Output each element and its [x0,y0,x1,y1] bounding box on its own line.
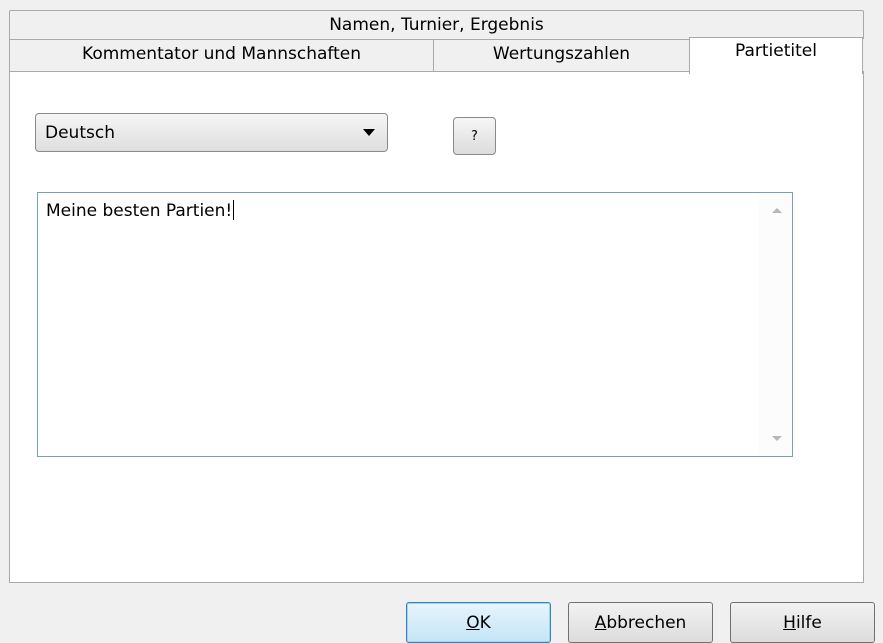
tab-label: Wertungszahlen [492,44,631,64]
game-title-dialog: Namen, Turnier, Ergebnis Kommentator und… [0,0,883,643]
scroll-down-arrow-icon[interactable] [772,436,782,441]
game-title-tab-page: Deutsch ? Meine besten Partien! [9,71,864,583]
tab-commentator-teams[interactable]: Kommentator und Mannschaften [9,39,434,72]
help-button-label: ? [471,128,478,144]
language-help-button[interactable]: ? [453,117,496,155]
cancel-button[interactable]: Abbrechen [568,602,713,643]
game-title-text: Meine besten Partien! [46,200,235,221]
help-button[interactable]: Hilfe [730,602,875,643]
tab-label: Namen, Turnier, Ergebnis [329,15,544,35]
chevron-down-icon [363,129,375,136]
tab-ratings[interactable]: Wertungszahlen [433,39,690,72]
tab-names-tournament-result[interactable]: Namen, Turnier, Ergebnis [9,10,864,39]
language-dropdown-value: Deutsch [45,122,115,143]
help-button-label: Hilfe [783,612,822,633]
ok-button-label: OK [466,612,491,633]
tab-game-title[interactable]: Partietitel [689,37,863,74]
text-caret [233,200,235,220]
game-title-textarea[interactable]: Meine besten Partien! [37,192,793,457]
tab-label: Kommentator und Mannschaften [82,44,361,64]
cancel-button-label: Abbrechen [594,612,687,633]
vertical-scrollbar[interactable] [759,193,792,456]
tab-label: Partietitel [735,41,817,61]
scroll-up-arrow-icon[interactable] [772,208,782,213]
language-dropdown[interactable]: Deutsch [35,113,388,152]
ok-button[interactable]: OK [406,602,551,643]
